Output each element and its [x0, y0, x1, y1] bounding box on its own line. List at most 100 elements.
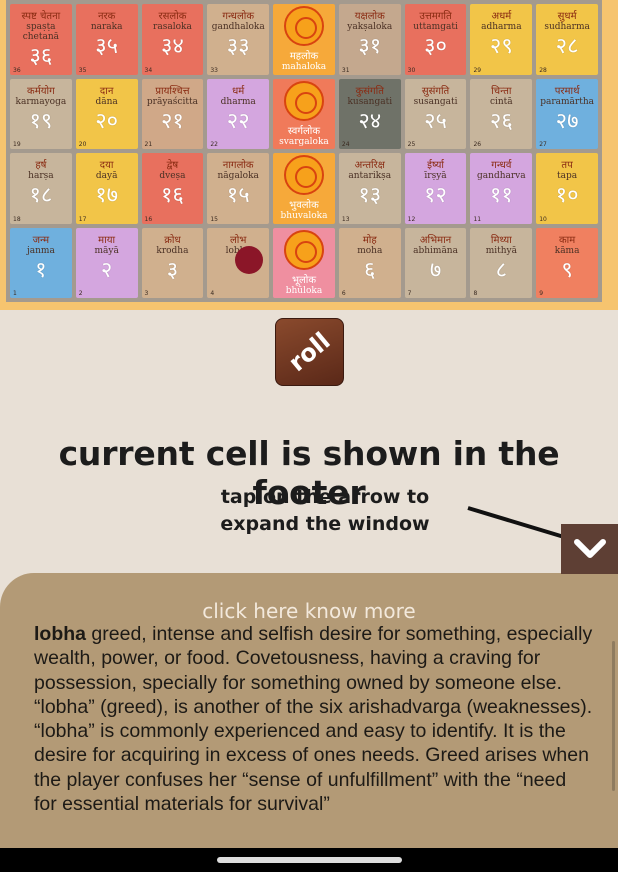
cell-name-latin: dharma: [220, 96, 256, 107]
board-cell: कर्मयोग karmayoga १९ 19: [10, 78, 72, 149]
cell-name-devanagari: अभिमान: [419, 234, 452, 246]
chakra-icon: [283, 6, 324, 47]
cell-name-devanagari: अन्तरिक्ष: [354, 160, 385, 171]
cell-name-devanagari: तप: [561, 160, 573, 171]
cell-index: 17: [78, 215, 87, 223]
cell-name-devanagari: प्रायश्चित्त: [155, 85, 190, 97]
board-cell: अभिमान abhimāna ७ 7: [404, 227, 467, 298]
cell-name-devanagari: मोह: [362, 234, 377, 246]
cell-index: 28: [539, 66, 547, 74]
cell-index: 7: [407, 290, 412, 297]
cell-description-text: greed, intense and selfish desire for so…: [34, 623, 593, 816]
cell-index: 36: [13, 66, 21, 74]
board-cell: क्रोध krodha ३ 3: [141, 227, 204, 298]
chakra-icon: [283, 229, 324, 270]
know-more-link[interactable]: click here know more: [0, 599, 618, 623]
cell-name-devanagari: द्वेष: [166, 160, 179, 171]
cell-name-latin: dāna: [95, 96, 118, 107]
cell-name-latin: mithyā: [485, 245, 517, 256]
cell-name-latin: krodha: [156, 245, 189, 256]
cell-number: २२: [226, 108, 250, 134]
board-cell: गन्धर्व gandharva ११ 11: [470, 153, 533, 224]
cell-name-latin: karmayoga: [15, 96, 67, 107]
cell-number: ३०: [424, 34, 447, 59]
scrollbar[interactable]: [612, 641, 615, 791]
cell-number: २: [100, 257, 113, 283]
cell-name-latin: antarikṣa: [348, 171, 392, 181]
cell-index: 1: [13, 290, 17, 297]
footer-panel[interactable]: click here know more lobha greed, intens…: [0, 573, 618, 849]
board-cell: स्वर्गलोक svargaloka: [273, 78, 335, 149]
board-cell: अधर्म adharma २९ 29: [470, 4, 533, 75]
cell-index: 18: [13, 215, 21, 223]
board-cell: कुसंगति kusangati २४ 24: [338, 78, 401, 149]
board-cell: द्वेष dveṣa १६ 16: [141, 153, 204, 224]
board-cell: दया dayā १७ 17: [75, 153, 138, 224]
cell-name-devanagari: कुसंगति: [355, 85, 384, 97]
cell-name-latin: svargaloka: [279, 136, 329, 147]
board-cell: तप tapa १० 10: [536, 153, 598, 224]
chakra-icon: [283, 80, 324, 121]
cell-name-devanagari: दान: [99, 85, 114, 97]
cell-index: 34: [144, 66, 153, 74]
cell-name-latin: harṣa: [28, 171, 54, 181]
cell-index: 19: [13, 141, 21, 148]
cell-number: २५: [424, 108, 447, 134]
cell-name-devanagari: नरक: [97, 11, 116, 22]
board-cell: मिथ्या mithyā ८ 8: [470, 227, 533, 298]
cell-name-latin: tapa: [557, 171, 578, 181]
cell-number: १५: [226, 183, 250, 208]
cell-name-devanagari: मिथ्या: [490, 234, 512, 246]
cell-name-devanagari: भूलोक: [291, 274, 317, 286]
cell-number: १: [35, 257, 47, 283]
home-indicator[interactable]: [217, 857, 402, 863]
cell-name-devanagari: माया: [98, 234, 116, 246]
board-cell: नागलोक nāgaloka १५ 15: [207, 153, 270, 224]
cell-index: 22: [210, 141, 218, 148]
cell-name-devanagari: लोभ: [230, 234, 247, 246]
expand-footer-button[interactable]: [561, 524, 618, 574]
board-cell: यक्षलोक yakṣaloka ३१ 31: [338, 4, 401, 75]
board-cell: सुसंगति susangati २५ 25: [404, 78, 467, 149]
cell-index: 12: [407, 215, 416, 223]
cell-number: १९: [29, 108, 53, 134]
cell-name-latin: kāma: [554, 245, 580, 256]
board-cell: धर्म dharma २२ 22: [207, 78, 270, 149]
cell-number: १२: [424, 183, 447, 208]
cell-name-devanagari: स्पष्ट चेतना: [21, 11, 61, 22]
roll-dice-button[interactable]: roll: [275, 318, 344, 386]
cell-name-latin: naraka: [90, 22, 123, 32]
cell-name-latin: dayā: [95, 171, 118, 181]
board-cell: सुधर्म sudharma २८ 28: [536, 4, 598, 75]
cell-name-latin: moha: [357, 245, 383, 256]
cell-number: २७: [555, 108, 579, 134]
cell-name-latin: cintā: [489, 96, 513, 107]
board-cell: काम kāma ९ 9: [536, 227, 598, 298]
cell-number: ७: [429, 257, 442, 283]
cell-name-devanagari: हर्ष: [35, 160, 47, 171]
board-cell: स्पष्ट चेतना spaṣṭa chetanā ३६ 36: [10, 4, 72, 75]
cell-name-latin: uttamgati: [413, 22, 458, 32]
cell-number: ९: [561, 257, 573, 283]
cell-number: ११: [489, 183, 513, 208]
cell-name-latin: rasaloka: [153, 22, 192, 32]
player-token: [235, 246, 263, 274]
cell-name-devanagari: दया: [99, 160, 114, 171]
cell-name-latin: adharma: [481, 22, 522, 32]
cell-name-devanagari: क्रोध: [164, 234, 181, 246]
cell-name-devanagari: जन्म: [32, 234, 50, 246]
cell-name-devanagari: महलोक: [289, 51, 319, 63]
cell-name-devanagari: चिन्ता: [491, 85, 512, 97]
cell-index: 9: [539, 290, 544, 297]
cell-description: lobha greed, intense and selfish desire …: [34, 622, 594, 816]
cell-index: 20: [78, 141, 87, 148]
cell-name-latin: susangati: [413, 96, 458, 107]
cell-name-devanagari: रसलोक: [158, 11, 187, 22]
cell-index: 24: [341, 141, 350, 148]
cell-number: ३४: [160, 34, 184, 59]
board-cell: नरक naraka ३५ 35: [75, 4, 138, 75]
cell-name-latin: māyā: [94, 245, 119, 256]
board-cell: महलोक mahaloka: [273, 4, 335, 75]
cell-name-latin: prāyaścitta: [146, 96, 198, 107]
board-cell: चिन्ता cintā २६ 26: [470, 78, 533, 149]
